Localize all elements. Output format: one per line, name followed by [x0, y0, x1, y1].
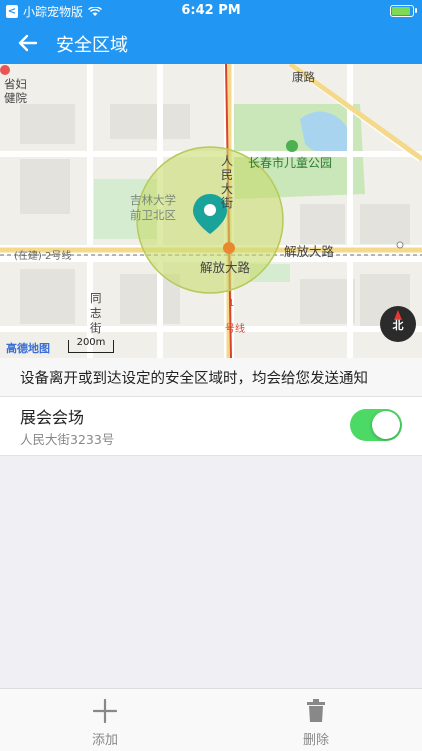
hospital-icon — [0, 65, 10, 75]
map-label: 健院 — [4, 91, 27, 105]
map-label: 1 — [228, 298, 235, 309]
park-icon — [286, 140, 298, 152]
zone-toggle[interactable] — [350, 409, 402, 441]
map-label: 解放大路 — [200, 260, 251, 275]
map-label: 长春市儿童公园 — [248, 156, 333, 170]
toggle-knob — [372, 411, 400, 439]
plus-icon — [92, 698, 118, 724]
scale-label: 200m — [76, 337, 106, 348]
trash-icon — [307, 699, 325, 722]
bottom-toolbar: 添加 删除 — [0, 688, 422, 751]
map-label: (在建) 2号线 — [14, 251, 72, 262]
delete-label: 删除 — [302, 733, 329, 748]
map-canvas — [0, 64, 422, 358]
map-label: 街 — [221, 196, 234, 210]
map-label: 解放大路 — [284, 244, 335, 259]
map-label: 号线 — [225, 324, 245, 335]
compass-button[interactable]: 北 — [380, 306, 416, 342]
notice-banner: 设备离开或到达设定的安全区域时，均会给您发送通知 — [0, 358, 422, 396]
arrow-left-icon — [18, 34, 38, 52]
road-marker-icon — [223, 242, 235, 254]
battery-icon — [390, 5, 417, 17]
back-button[interactable] — [12, 28, 42, 58]
zone-address: 人民大街3233号 — [20, 432, 115, 447]
map-label: 前卫北区 — [130, 208, 176, 222]
map-label: 康路 — [292, 70, 315, 84]
nav-bar: 安全区域 — [0, 22, 422, 64]
delete-button[interactable]: 删除 — [256, 689, 376, 751]
clock: 6:42 PM — [181, 3, 241, 18]
map-label: 街 — [90, 321, 102, 335]
compass-label: 北 — [392, 319, 404, 332]
page-title: 安全区域 — [56, 35, 128, 56]
add-label: 添加 — [91, 733, 118, 748]
zone-name: 展会会场 — [20, 408, 85, 427]
zone-row[interactable]: 展会会场 人民大街3233号 — [0, 396, 422, 456]
status-bar: < 小踪宠物版 6:42 PM — [0, 0, 422, 22]
map-label: 同 — [90, 291, 102, 305]
add-button[interactable]: 添加 — [45, 689, 165, 751]
map-logo: 高德地图 — [6, 342, 50, 355]
map-label: 志 — [90, 306, 102, 320]
map-scale: 200m — [68, 337, 114, 353]
map-label: 吉林大学 — [130, 193, 176, 207]
map-view[interactable]: 省妇 健院 康路 长春市儿童公园 人 民 大 街 吉林大学 前卫北区 (在建) … — [0, 64, 422, 358]
notice-text: 设备离开或到达设定的安全区域时，均会给您发送通知 — [20, 371, 368, 387]
